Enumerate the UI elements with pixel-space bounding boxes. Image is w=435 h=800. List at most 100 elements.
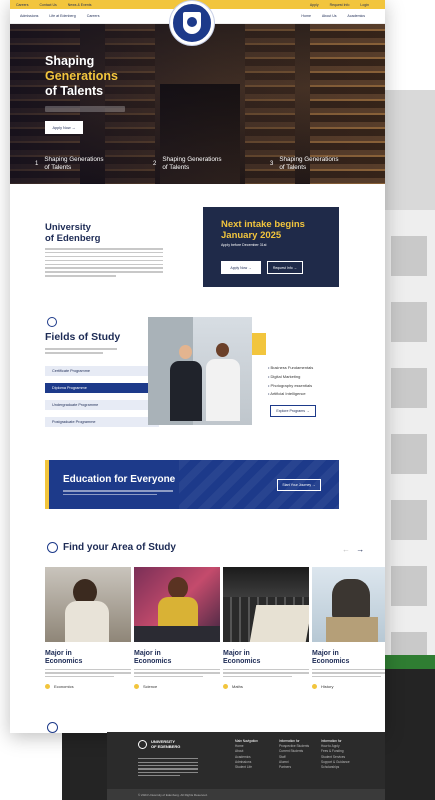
carousel-arrows: ← → xyxy=(342,545,364,554)
card-text xyxy=(312,668,385,678)
carousel-prev-button[interactable]: ← xyxy=(342,545,350,554)
about-section: University of Edenberg xyxy=(45,222,163,277)
intake-subtitle: Apply before December 31st xyxy=(221,243,267,247)
feature-number: 2 xyxy=(153,160,157,167)
student-figure-1 xyxy=(170,345,202,425)
card-image-statue xyxy=(312,567,385,642)
card-text xyxy=(134,668,220,678)
feature-text: Shaping Generations of Talents xyxy=(162,156,222,171)
hero-feature-1: 1 Shaping Generations of Talents xyxy=(35,156,104,171)
site-footer: UNIVERSITY OF EDENBERG Main Navigation Ho… xyxy=(107,732,385,800)
footer-logo-icon xyxy=(138,740,147,749)
university-logo[interactable] xyxy=(170,1,214,45)
card-title: Major in Economics xyxy=(223,650,261,666)
card-tag: Maths xyxy=(223,684,309,690)
hero-apply-button[interactable]: Apply Now → xyxy=(45,121,83,134)
hero-title-line1: Shaping xyxy=(45,54,95,68)
hero-title-line2: Generations xyxy=(45,69,118,83)
intake-card: Next intake begins January 2025 Apply bef… xyxy=(203,207,339,287)
programme-postgraduate[interactable]: Postgraduate Programme xyxy=(45,417,159,427)
hero-banner: Shaping Generations of Talents Apply Now… xyxy=(10,24,385,184)
nav-item-admissions[interactable]: Admissions xyxy=(20,14,38,18)
education-title: Education for Everyone xyxy=(63,474,176,485)
card-title: Major in Economics xyxy=(312,650,350,666)
feature-text: Shaping Generations of Talents xyxy=(279,156,339,171)
study-card[interactable]: Major in Economics Science xyxy=(134,567,220,690)
topbar-link-apply[interactable]: Apply xyxy=(310,3,319,7)
footer-column-1: Main Navigation Home About Academics Adm… xyxy=(235,739,258,770)
book-icon xyxy=(47,542,58,553)
card-title: Major in Economics xyxy=(45,650,83,666)
nav-item-home[interactable]: Home xyxy=(301,14,311,18)
footer-copyright: © 2024 University of Edenberg. All Right… xyxy=(107,789,385,800)
nav-item-academics[interactable]: Academics xyxy=(347,14,365,18)
programme-certificate[interactable]: Certificate Programme xyxy=(45,366,159,376)
nav-item-about[interactable]: About Us xyxy=(322,14,337,18)
explore-programs-button[interactable]: Explore Programs → xyxy=(270,405,316,417)
intake-apply-button[interactable]: Apply Now → xyxy=(221,261,261,274)
program-list-item[interactable]: • Artificial Intelligence xyxy=(268,390,313,399)
card-title: Major in Economics xyxy=(134,650,172,666)
program-list-item[interactable]: • Digital Marketing xyxy=(268,373,313,382)
student-figure-2 xyxy=(206,343,240,425)
topbar-link-login[interactable]: Login xyxy=(360,3,369,7)
section-icon xyxy=(47,722,58,733)
hero-title-line3: of Talents xyxy=(45,84,104,98)
program-list-item[interactable]: • Business Fundamentals xyxy=(268,364,313,373)
tag-dot-icon xyxy=(223,684,228,690)
study-card[interactable]: Major in Economics History xyxy=(312,567,385,690)
nav-item-careers[interactable]: Careers xyxy=(87,14,100,18)
students-photo xyxy=(148,317,252,425)
footer-link[interactable]: Student Life xyxy=(235,765,258,770)
hero-subtitle-placeholder xyxy=(45,106,125,112)
hero-feature-2: 2 Shaping Generations of Talents xyxy=(153,156,222,171)
study-card[interactable]: Major in Economics Economics xyxy=(45,567,131,690)
footer-column-3: Information for How to Apply Fees & Fund… xyxy=(321,739,350,770)
footer-university-name: UNIVERSITY OF EDENBERG xyxy=(151,739,181,749)
card-tag: Science xyxy=(134,684,220,690)
feature-text: Shaping Generations of Talents xyxy=(44,156,104,171)
area-title: Find your Area of Study xyxy=(63,542,176,553)
education-body-text xyxy=(63,488,173,495)
programme-diploma[interactable]: Diploma Programme→ xyxy=(45,383,159,393)
program-list: • Business Fundamentals • Digital Market… xyxy=(268,364,313,399)
footer-description xyxy=(138,756,198,777)
about-title: University of Edenberg xyxy=(45,222,101,244)
study-card[interactable]: Major in Economics Maths xyxy=(223,567,309,690)
background-side-strip xyxy=(383,210,435,672)
nav-item-life[interactable]: Life at Edenberg xyxy=(49,14,75,18)
topbar-link-careers[interactable]: Careers xyxy=(16,3,28,7)
fields-body-text xyxy=(45,346,117,354)
card-image-student-writing xyxy=(45,567,131,642)
card-image-calculator xyxy=(223,567,309,642)
program-list-item[interactable]: • Photography essentials xyxy=(268,382,313,391)
footer-link[interactable]: Partners xyxy=(279,765,309,770)
hero-feature-3: 3 Shaping Generations of Talents xyxy=(270,156,339,171)
footer-column-2: Information for Prospective Students Cur… xyxy=(279,739,309,770)
intake-title: Next intake begins January 2025 xyxy=(221,219,305,241)
card-tag: History xyxy=(312,684,385,690)
graduation-cap-icon xyxy=(47,317,57,327)
about-body-text xyxy=(45,248,163,277)
card-text xyxy=(45,668,131,678)
card-text xyxy=(223,668,309,678)
topbar-link-news[interactable]: News & Events xyxy=(68,3,92,7)
footer-link[interactable]: Scholarships xyxy=(321,765,350,770)
tag-dot-icon xyxy=(312,684,317,690)
intake-request-info-button[interactable]: Request Info → xyxy=(267,261,303,274)
homepage: Careers Contact Us News & Events Apply R… xyxy=(10,0,385,733)
banner-accent xyxy=(45,460,49,509)
start-journey-button[interactable]: Start Your Journey → xyxy=(277,479,321,491)
education-banner: Education for Everyone Start Your Journe… xyxy=(45,460,339,509)
feature-number: 3 xyxy=(270,160,274,167)
feature-number: 1 xyxy=(35,160,39,167)
programme-undergraduate[interactable]: Undergraduate Programme xyxy=(45,400,159,410)
topbar-link-contact[interactable]: Contact Us xyxy=(39,3,56,7)
card-image-science-lab xyxy=(134,567,220,642)
hero-title: Shaping Generations of Talents xyxy=(45,54,118,99)
topbar-link-request-info[interactable]: Request Info xyxy=(330,3,350,7)
shield-icon xyxy=(183,12,201,34)
card-tag: Economics xyxy=(45,684,131,690)
accent-block xyxy=(252,333,266,355)
carousel-next-button[interactable]: → xyxy=(356,545,364,554)
